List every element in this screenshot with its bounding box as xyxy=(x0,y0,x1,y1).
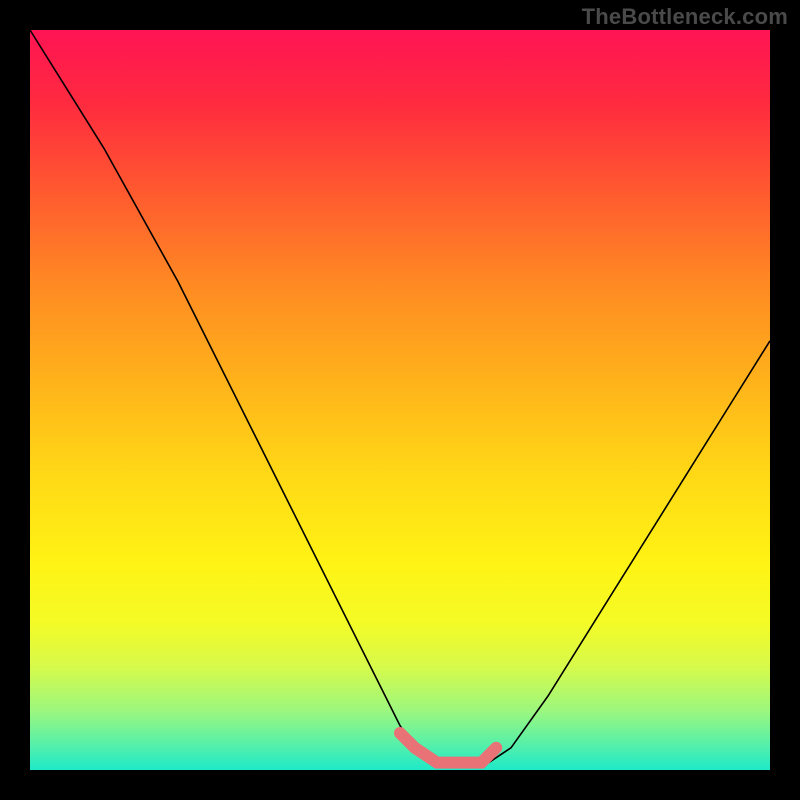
valley-highlight xyxy=(400,733,496,763)
chart-plot-area xyxy=(30,30,770,770)
watermark-text: TheBottleneck.com xyxy=(582,4,788,30)
chart-svg xyxy=(30,30,770,770)
curve-line xyxy=(30,30,770,763)
